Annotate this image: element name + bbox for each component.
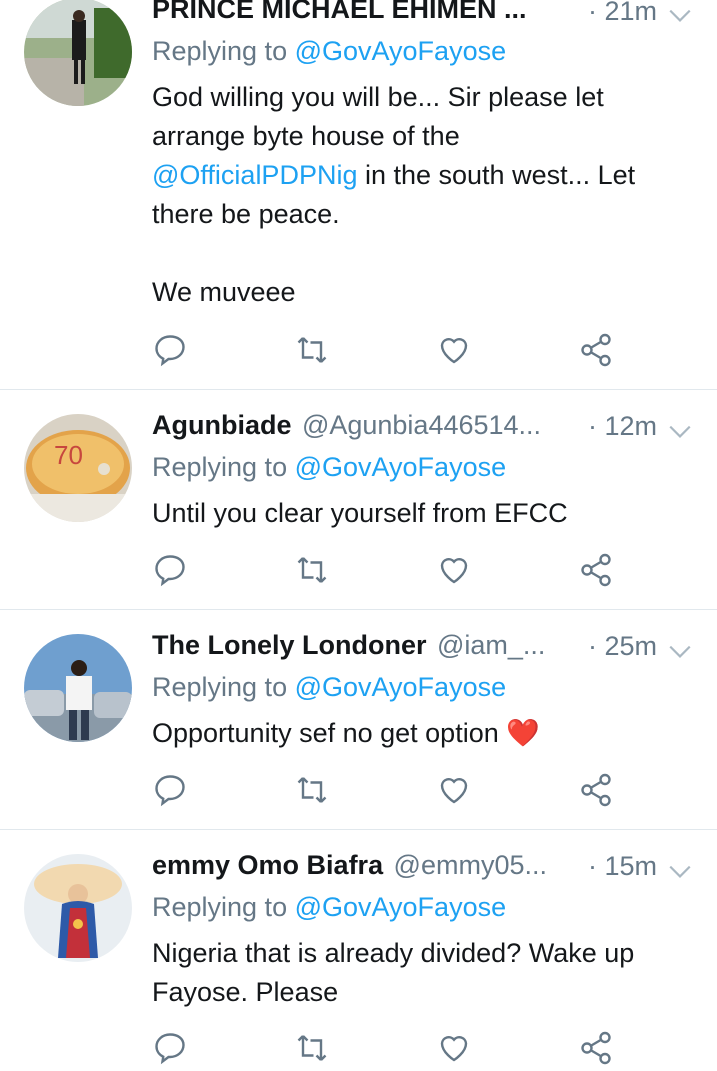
reply-button[interactable]: [152, 1030, 192, 1070]
tweet-text: God willing you will be... Sir please le…: [152, 78, 692, 312]
replying-handle-link[interactable]: @GovAyoFayose: [295, 452, 507, 482]
retweet-icon: [297, 1035, 327, 1061]
retweet-icon: [297, 777, 327, 803]
text-line: Fayose. Please: [152, 977, 339, 1007]
like-button[interactable]: [436, 332, 476, 372]
reply-icon: [155, 555, 185, 587]
display-name[interactable]: Agunbiade: [152, 410, 292, 440]
reply-button[interactable]: [152, 552, 192, 592]
timestamp[interactable]: · 15m: [588, 851, 657, 882]
tweet-actions: [152, 332, 632, 372]
avatar[interactable]: [24, 634, 132, 742]
timestamp[interactable]: · 12m: [588, 411, 657, 442]
reply-button[interactable]: [152, 772, 192, 812]
reply-icon: [155, 775, 185, 807]
retweet-button[interactable]: [294, 772, 334, 812]
user-handle[interactable]: @iam_...: [437, 630, 545, 660]
replying-handle-link[interactable]: @GovAyoFayose: [295, 672, 507, 702]
replying-handle-link[interactable]: @GovAyoFayose: [295, 36, 507, 66]
share-button[interactable]: [578, 332, 618, 372]
chevron-down-icon[interactable]: [667, 2, 693, 28]
display-name[interactable]: PRINCE MICHAEL EHIMEN ...: [152, 0, 527, 24]
retweet-button[interactable]: [294, 332, 334, 372]
text-line: Until you clear yourself from EFCC: [152, 498, 568, 528]
like-button[interactable]: [436, 552, 476, 592]
share-button[interactable]: [578, 552, 618, 592]
chevron-down-icon[interactable]: [667, 418, 693, 444]
text-line: @OfficialPDPNig in the south west... Let: [152, 156, 692, 195]
share-button[interactable]: [578, 1030, 618, 1070]
reply-icon: [155, 335, 185, 367]
share-icon: [581, 773, 611, 807]
tweet-1[interactable]: PRINCE MICHAEL EHIMEN ... · 21m Replying…: [0, 0, 717, 390]
share-button[interactable]: [578, 772, 618, 812]
display-name[interactable]: emmy Omo Biafra: [152, 850, 383, 880]
timestamp[interactable]: · 25m: [588, 631, 657, 662]
share-icon: [581, 553, 611, 587]
text-line: Nigeria that is already divided? Wake up: [152, 938, 635, 968]
text-line: arrange byte house of the: [152, 121, 460, 151]
heart-emoji: ❤️: [506, 718, 540, 748]
retweet-icon: [297, 337, 327, 363]
replying-to: Replying to @GovAyoFayose: [152, 672, 506, 703]
reply-button[interactable]: [152, 332, 192, 372]
replying-prefix: Replying to: [152, 892, 295, 922]
text-line: there be peace.: [152, 199, 340, 229]
svg-text:70: 70: [54, 440, 83, 470]
like-icon: [440, 558, 468, 584]
reply-icon: [155, 1033, 185, 1065]
mention-link[interactable]: @OfficialPDPNig: [152, 160, 357, 190]
like-icon: [440, 338, 468, 364]
retweet-button[interactable]: [294, 1030, 334, 1070]
like-button[interactable]: [436, 1030, 476, 1070]
tweet-actions: [152, 1030, 632, 1070]
replying-prefix: Replying to: [152, 36, 295, 66]
like-icon: [440, 778, 468, 804]
tweet-2[interactable]: 70 Agunbiade @Agunbia446514... · 12m Rep…: [0, 390, 717, 610]
tweet-text: Until you clear yourself from EFCC: [152, 494, 692, 533]
replying-handle-link[interactable]: @GovAyoFayose: [295, 892, 507, 922]
retweet-icon: [297, 557, 327, 583]
replying-prefix: Replying to: [152, 452, 295, 482]
text-line: We muveee: [152, 277, 296, 307]
user-handle[interactable]: @emmy05...: [394, 850, 547, 880]
replying-prefix: Replying to: [152, 672, 295, 702]
replying-to: Replying to @GovAyoFayose: [152, 452, 506, 483]
text-fragment: Opportunity sef no get option: [152, 718, 499, 748]
like-icon: [440, 1036, 468, 1062]
tweet-text: Nigeria that is already divided? Wake up…: [152, 934, 692, 1012]
avatar[interactable]: [24, 0, 132, 106]
display-name[interactable]: The Lonely Londoner: [152, 630, 427, 660]
text-line: God willing you will be... Sir please le…: [152, 82, 604, 112]
tweet-4[interactable]: emmy Omo Biafra @emmy05... · 15m Replyin…: [0, 830, 717, 1065]
replying-to: Replying to @GovAyoFayose: [152, 36, 506, 67]
text-line: Opportunity sef no get option ❤️: [152, 714, 692, 753]
chevron-down-icon[interactable]: [667, 638, 693, 664]
tweet-text: Opportunity sef no get option ❤️: [152, 714, 692, 753]
timestamp[interactable]: · 21m: [588, 0, 657, 27]
avatar[interactable]: [24, 854, 132, 962]
tweet-actions: [152, 772, 632, 812]
tweet-3[interactable]: The Lonely Londoner @iam_... · 25m Reply…: [0, 610, 717, 830]
chevron-down-icon[interactable]: [667, 858, 693, 884]
user-handle[interactable]: @Agunbia446514...: [302, 410, 541, 440]
text-fragment: in the south west... Let: [357, 160, 636, 190]
avatar[interactable]: 70: [24, 414, 132, 522]
retweet-button[interactable]: [294, 552, 334, 592]
like-button[interactable]: [436, 772, 476, 812]
replying-to: Replying to @GovAyoFayose: [152, 892, 506, 923]
tweet-actions: [152, 552, 632, 592]
share-icon: [581, 333, 611, 367]
share-icon: [581, 1031, 611, 1065]
